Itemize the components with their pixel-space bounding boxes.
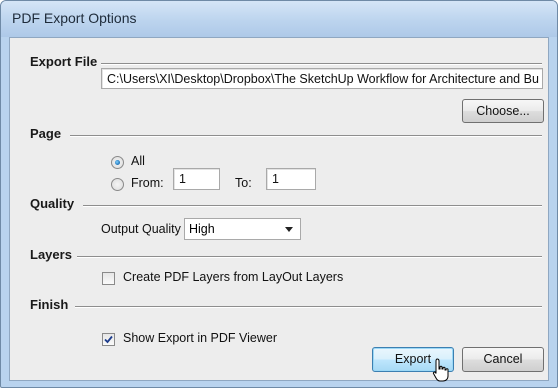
page-heading: Page — [30, 126, 66, 141]
output-quality-value: High — [189, 222, 215, 236]
hand-cursor-icon — [432, 358, 449, 382]
window-title: PDF Export Options — [12, 10, 137, 26]
finish-separator — [75, 306, 542, 308]
quality-separator — [83, 205, 542, 207]
title-bar[interactable]: PDF Export Options — [1, 1, 557, 37]
create-layers-label: Create PDF Layers from LayOut Layers — [123, 270, 344, 284]
output-quality-label: Output Quality — [101, 222, 181, 236]
layers-separator — [77, 256, 542, 258]
dialog-body: Export File C:\Users\XI\Desktop\Dropbox\… — [9, 37, 549, 382]
page-all-label: All — [131, 154, 145, 168]
page-from-field[interactable]: 1 — [173, 168, 220, 190]
finish-heading: Finish — [30, 297, 73, 312]
export-file-separator — [96, 63, 542, 65]
show-export-checkbox[interactable] — [102, 333, 115, 346]
chevron-down-icon — [285, 227, 293, 232]
output-quality-select[interactable]: High — [184, 218, 301, 240]
export-file-heading: Export File — [30, 54, 102, 69]
show-export-label: Show Export in PDF Viewer — [123, 331, 277, 345]
choose-button[interactable]: Choose... — [462, 99, 544, 123]
page-from-radio[interactable] — [111, 178, 124, 191]
checkmark-icon — [104, 335, 113, 344]
pdf-export-options-dialog: PDF Export Options Export File C:\Users\… — [0, 0, 558, 388]
layers-heading: Layers — [30, 247, 76, 262]
radio-selected-dot — [115, 160, 120, 165]
export-path-field[interactable]: C:\Users\XI\Desktop\Dropbox\The SketchUp… — [101, 68, 543, 89]
page-from-label: From: — [131, 176, 164, 190]
page-separator — [70, 135, 542, 137]
cancel-button[interactable]: Cancel — [462, 347, 544, 372]
page-to-label: To: — [235, 176, 252, 190]
page-to-field[interactable]: 1 — [266, 168, 316, 190]
create-layers-checkbox[interactable] — [102, 272, 115, 285]
quality-heading: Quality — [30, 196, 79, 211]
page-all-radio[interactable] — [111, 156, 124, 169]
